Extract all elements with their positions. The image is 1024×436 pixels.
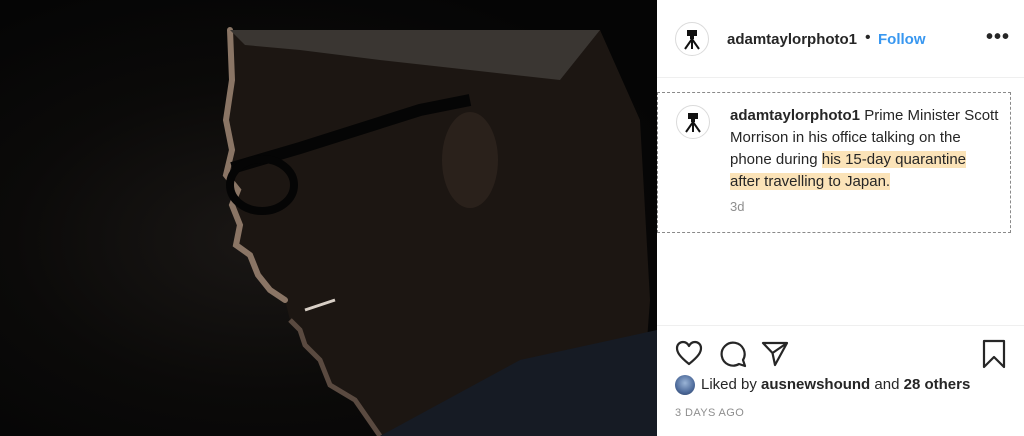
- caption-comment: adamtaylorphoto1 Prime Minister Scott Mo…: [657, 92, 1011, 233]
- share-icon[interactable]: [761, 340, 789, 373]
- bookmark-icon[interactable]: [981, 339, 1007, 374]
- author-avatar[interactable]: [675, 22, 709, 56]
- separator-dot: •: [865, 29, 871, 46]
- photo-silhouette: [222, 27, 657, 436]
- liker-avatar[interactable]: [675, 375, 695, 395]
- likes-prefix: Liked by: [701, 376, 762, 393]
- post-header: adamtaylorphoto1 • Follow •••: [657, 0, 1024, 78]
- liker-username[interactable]: ausnewshound: [761, 376, 870, 393]
- heart-icon[interactable]: [675, 340, 703, 371]
- caption-author-avatar[interactable]: [676, 105, 710, 139]
- comment-icon[interactable]: [719, 340, 747, 373]
- action-bar: Liked by ausnewshound and 28 others 3 DA…: [657, 325, 1024, 436]
- follow-button[interactable]: Follow: [878, 31, 926, 48]
- author-username[interactable]: adamtaylorphoto1: [727, 31, 857, 48]
- likes-others-link[interactable]: 28 others: [904, 376, 971, 393]
- post-date[interactable]: 3 DAYS AGO: [675, 407, 744, 419]
- tripod-logo-icon: [684, 30, 700, 50]
- more-icon[interactable]: •••: [986, 26, 1010, 49]
- likes-text: Liked by ausnewshound and 28 others: [701, 376, 970, 393]
- caption-text: adamtaylorphoto1 Prime Minister Scott Mo…: [730, 105, 1000, 193]
- post-photo[interactable]: [0, 0, 657, 436]
- post-sidebar: adamtaylorphoto1 • Follow ••• adamtaylor…: [657, 0, 1024, 436]
- caption-author[interactable]: adamtaylorphoto1: [730, 107, 860, 124]
- likes-and: and: [870, 376, 904, 393]
- caption-age: 3d: [730, 199, 745, 214]
- tripod-logo-icon: [685, 113, 701, 133]
